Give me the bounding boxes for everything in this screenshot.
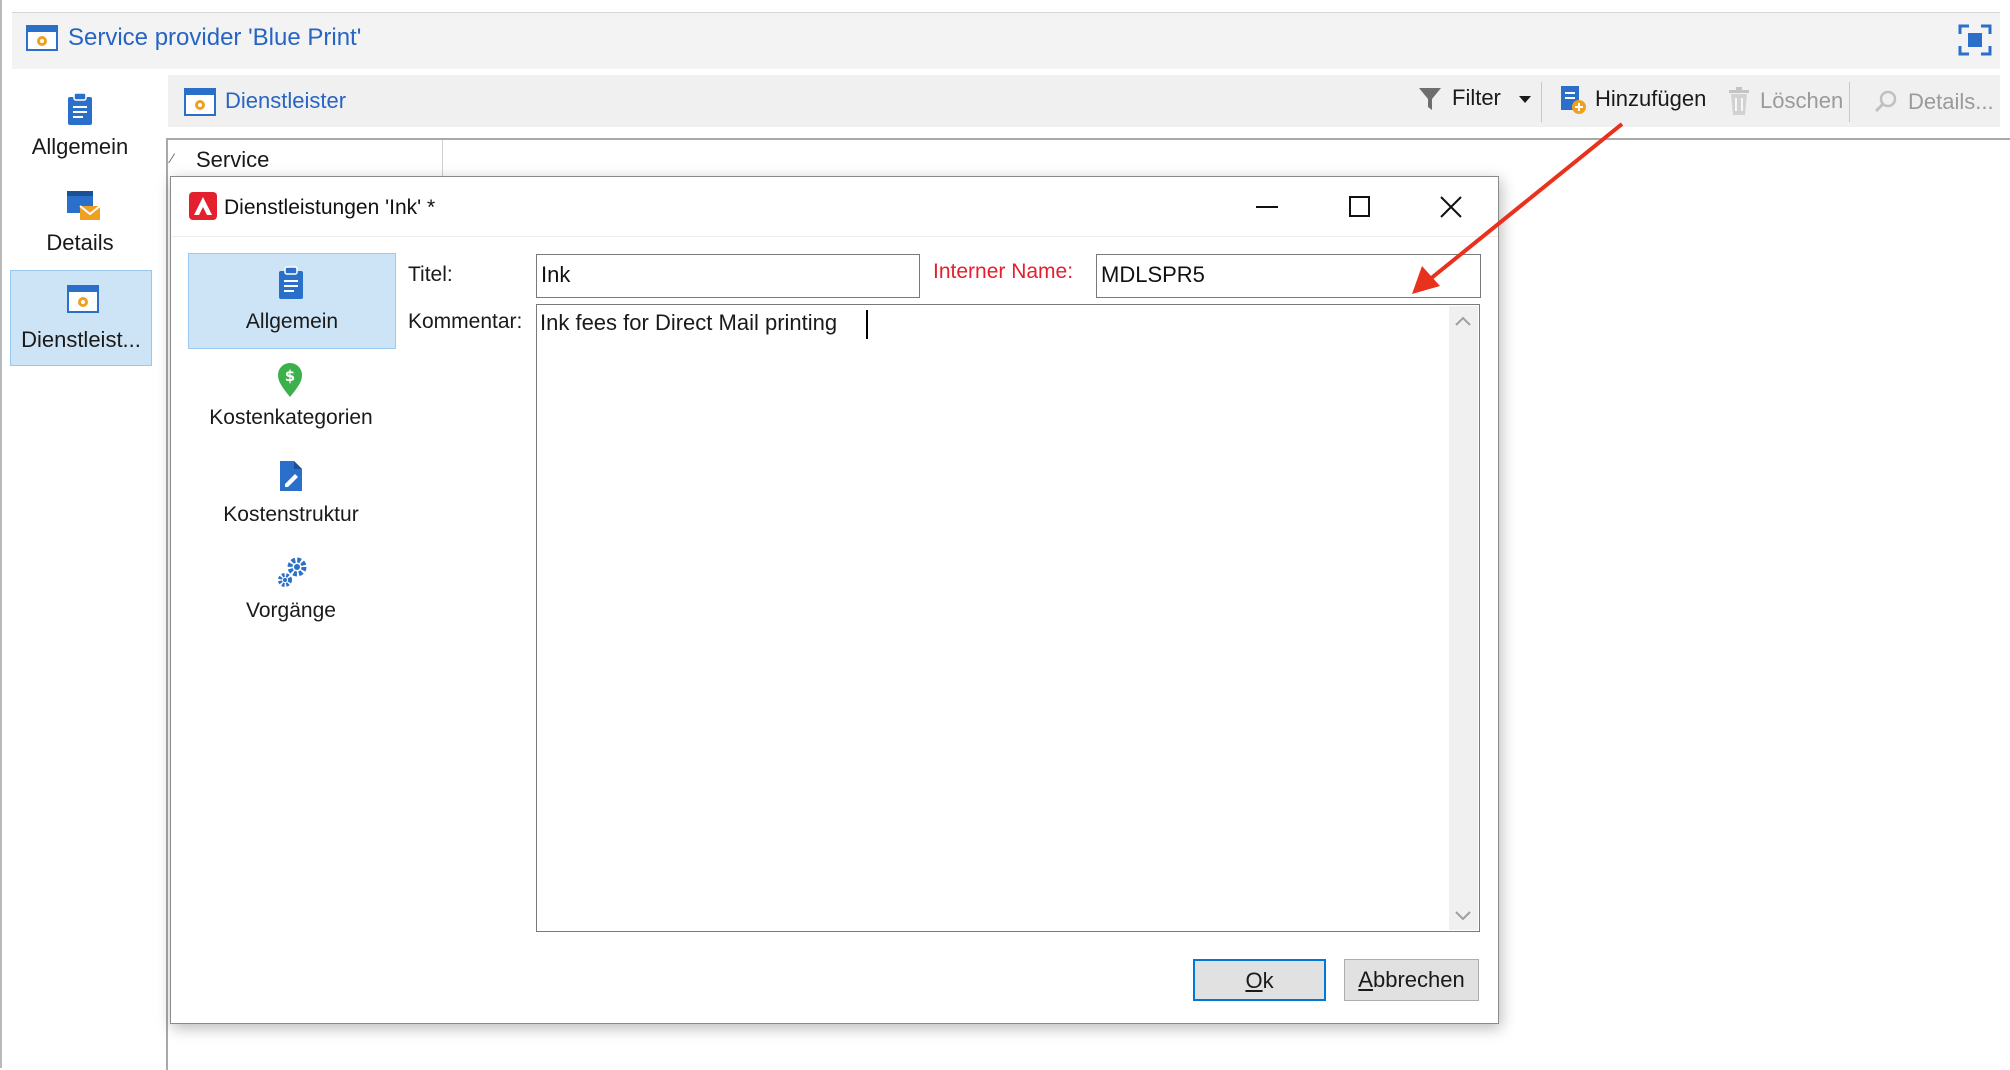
dialog-nav-processes[interactable]: Vorgänge: [188, 543, 394, 637]
provider-window-icon: [26, 25, 58, 51]
filter-button[interactable]: Filter: [1452, 85, 1501, 111]
dialog-nav-label: Kostenkategorien: [209, 406, 373, 429]
text-cursor: [866, 310, 868, 339]
maximize-icon[interactable]: [1347, 194, 1373, 220]
scroll-down-icon[interactable]: [1455, 911, 1471, 921]
provider-section-icon: [184, 88, 216, 116]
dialog-divider: [171, 236, 1498, 237]
gears-icon: [276, 555, 310, 589]
edit-document-icon: [276, 459, 304, 493]
chevron-down-icon[interactable]: [1518, 95, 1532, 104]
title-label: Titel:: [408, 263, 453, 286]
comment-scrollbar[interactable]: [1449, 306, 1478, 930]
nav-label: Allgemein: [31, 134, 129, 159]
annotation-arrow: [1412, 122, 1624, 294]
details-mail-icon: [66, 188, 102, 222]
window-title: Service provider 'Blue Print': [68, 24, 362, 51]
sort-indicator-icon[interactable]: ⁄: [171, 150, 173, 166]
nav-item-details[interactable]: Details: [10, 174, 150, 268]
svg-text:$: $: [285, 367, 295, 385]
toolbar-section-label: Dienstleister: [225, 88, 347, 113]
minimize-icon[interactable]: [1254, 194, 1280, 220]
dialog-nav-label: Vorgänge: [246, 599, 336, 622]
list-column-header[interactable]: Service: [196, 147, 269, 173]
nav-label: Dienstleist...: [21, 327, 141, 352]
add-button[interactable]: Hinzufügen: [1595, 86, 1706, 112]
title-input[interactable]: Ink: [536, 254, 920, 298]
app-logo-icon: [189, 192, 217, 220]
nav-item-services[interactable]: Dienstleist...: [10, 270, 152, 366]
scroll-up-icon[interactable]: [1455, 316, 1471, 326]
toolbar-divider: [1849, 82, 1850, 122]
cancel-mnemonic: A: [1358, 967, 1373, 992]
comment-text: Ink fees for Direct Mail printing: [540, 310, 838, 335]
fullscreen-icon[interactable]: [1958, 24, 1992, 56]
dialog-nav-cost-categories[interactable]: $ Kostenkategorien: [188, 350, 394, 444]
clipboard-icon: [66, 92, 94, 126]
ok-button[interactable]: Ok: [1193, 959, 1326, 1001]
clipboard-icon: [277, 266, 305, 300]
service-window-icon: [67, 285, 99, 313]
details-button[interactable]: Details...: [1908, 89, 1994, 115]
nav-label: Details: [46, 230, 114, 255]
comment-textarea[interactable]: [536, 304, 1480, 932]
filter-icon[interactable]: [1418, 86, 1442, 112]
dialog-nav-label: Allgemein: [245, 310, 339, 333]
dollar-pin-icon: $: [276, 362, 304, 398]
column-divider: [442, 140, 443, 176]
nav-item-general[interactable]: Allgemein: [10, 78, 150, 172]
toolbar: [168, 75, 2000, 127]
ok-label: k: [1262, 968, 1274, 993]
trash-icon[interactable]: [1727, 86, 1751, 116]
search-icon[interactable]: [1874, 89, 1898, 113]
dialog-nav-general[interactable]: Allgemein: [188, 253, 396, 349]
cancel-label: bbrechen: [1372, 967, 1465, 992]
ok-mnemonic: O: [1245, 968, 1263, 993]
dialog-nav-cost-structure[interactable]: Kostenstruktur: [188, 447, 394, 541]
comment-label: Kommentar:: [408, 310, 523, 333]
window-border: [0, 0, 2, 1068]
toolbar-divider: [1541, 82, 1542, 122]
cancel-button[interactable]: Abbrechen: [1344, 959, 1479, 1001]
internal-name-label: Interner Name:: [933, 260, 1074, 283]
delete-button[interactable]: Löschen: [1760, 88, 1843, 114]
add-document-icon[interactable]: [1558, 84, 1588, 116]
dialog-nav-label: Kostenstruktur: [223, 503, 359, 526]
dialog-title: Dienstleistungen 'Ink' *: [224, 196, 436, 219]
